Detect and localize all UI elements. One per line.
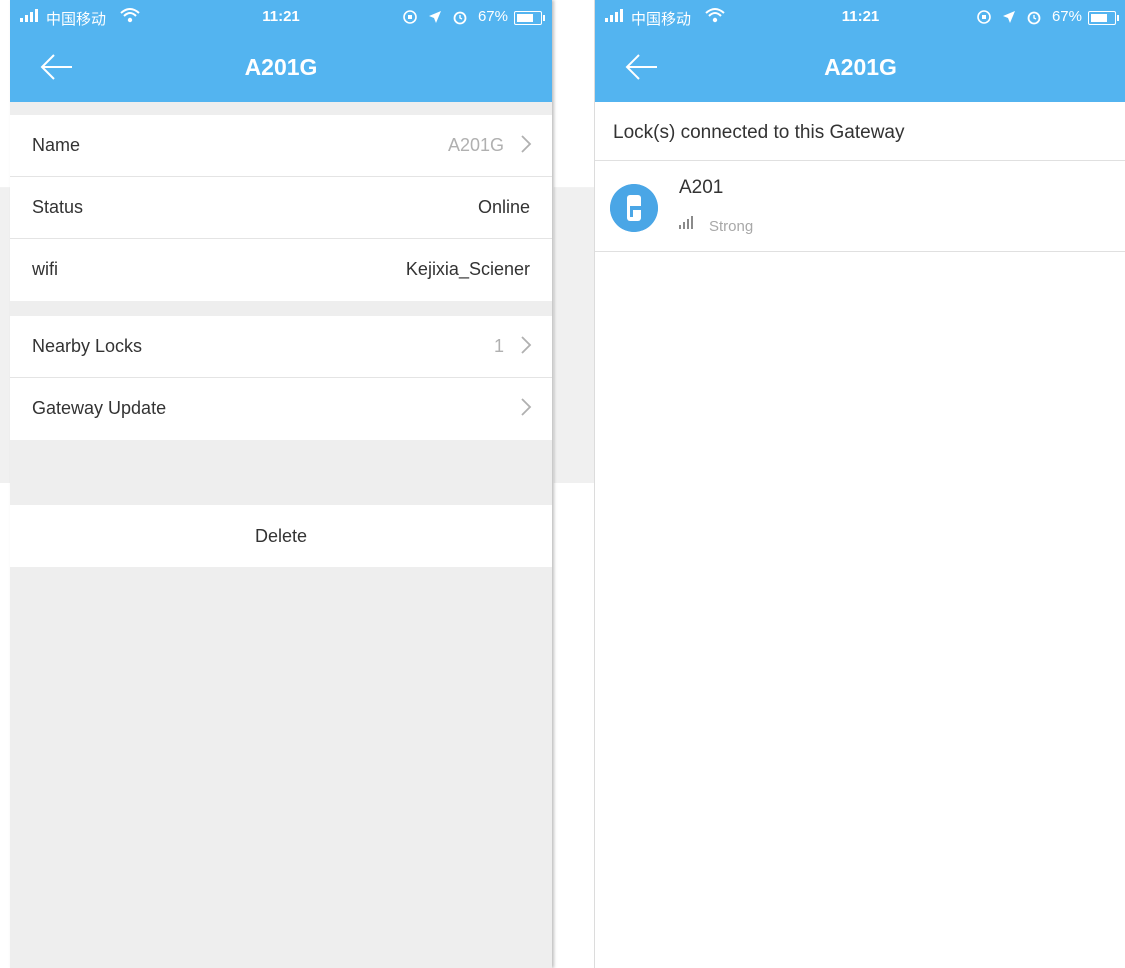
lock-icon	[610, 184, 658, 232]
location-arrow-icon	[1002, 10, 1015, 23]
status-bar: 中国移动 11:21 67%	[595, 0, 1125, 34]
status-value: Online	[477, 197, 530, 217]
battery-percent: 67%	[477, 8, 508, 25]
connected-locks-screen: 中国移动 11:21 67% A201G Lock(s) connected t…	[594, 0, 1125, 968]
nav-bar: A201G	[595, 34, 1125, 102]
status-row: Status Online	[10, 177, 552, 239]
wifi-label: wifi	[32, 259, 58, 279]
nearby-locks-row[interactable]: Nearby Locks 1	[10, 316, 552, 378]
nav-bar: A201G	[10, 34, 552, 102]
delete-button[interactable]: Delete	[10, 505, 552, 567]
section-header-label: Lock(s) connected to this Gateway	[613, 122, 905, 143]
gateway-info-group: Name A201G Status Online wifi Kejixia_Sc…	[10, 115, 552, 301]
status-bar: 中国移动 11:21 67%	[10, 0, 552, 34]
gateway-actions-group: Nearby Locks 1 Gateway Update	[10, 316, 552, 440]
gateway-detail-screen: 中国移动 11:21 67% A201G Name A201G Status O…	[10, 0, 552, 968]
nearby-locks-count: 1	[493, 336, 504, 356]
section-header: Lock(s) connected to this Gateway	[595, 102, 1125, 161]
alarm-icon	[1027, 11, 1041, 24]
battery-icon	[1088, 11, 1119, 25]
page-title: A201G	[824, 54, 897, 80]
name-label: Name	[32, 135, 81, 155]
rotation-lock-icon	[977, 9, 991, 24]
gateway-update-row[interactable]: Gateway Update	[10, 378, 552, 440]
battery-icon	[514, 11, 545, 25]
gateway-update-label: Gateway Update	[32, 398, 167, 418]
rotation-lock-icon	[403, 9, 417, 24]
page-title: A201G	[244, 54, 318, 80]
signal-strength-icon	[679, 216, 693, 229]
name-row[interactable]: Name A201G	[10, 115, 552, 177]
battery-percent: 67%	[1051, 8, 1082, 25]
lock-list-item[interactable]: A201 Strong	[595, 160, 1125, 252]
name-value: A201G	[447, 135, 504, 155]
wifi-row: wifi Kejixia_Sciener	[10, 239, 552, 301]
wifi-value: Kejixia_Sciener	[405, 259, 530, 279]
signal-strength-label: Strong	[709, 218, 754, 235]
alarm-icon	[453, 11, 467, 24]
status-label: Status	[32, 197, 84, 217]
chevron-right-icon	[521, 398, 532, 416]
chevron-right-icon	[521, 336, 532, 354]
chevron-right-icon	[521, 135, 532, 153]
lock-name: A201	[679, 177, 724, 198]
nearby-locks-label: Nearby Locks	[32, 336, 143, 356]
location-arrow-icon	[428, 10, 441, 23]
